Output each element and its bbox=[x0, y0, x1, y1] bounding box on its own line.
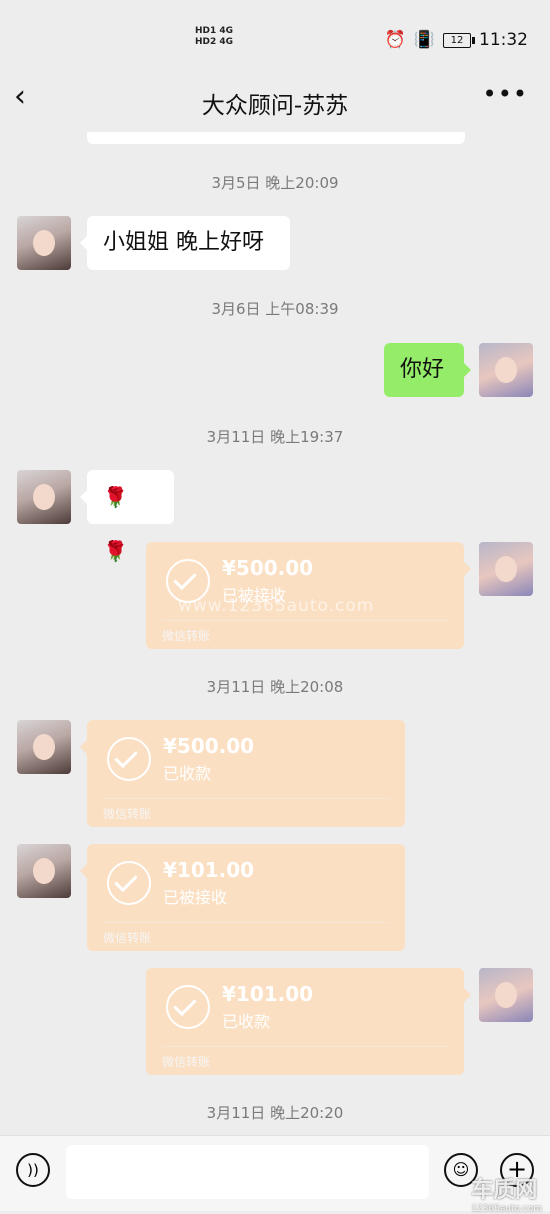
timestamp: 3月5日 晚上20:09 bbox=[211, 174, 339, 192]
watermark: www.12365auto.com bbox=[178, 596, 375, 616]
transfer-status: 已收款 bbox=[163, 764, 212, 783]
message-list[interactable]: 3月5日 晚上20:09 小姐姐 晚上好呀 3月6日 上午08:39 你好 3月… bbox=[0, 132, 550, 1135]
input-bar: )) ☺ + bbox=[0, 1135, 550, 1211]
chat-header: ‹ 大众顾问-苏苏 ••• bbox=[0, 68, 550, 132]
transfer-amount: ¥101.00 bbox=[222, 982, 314, 1006]
transfer-status: 已收款 bbox=[222, 1012, 271, 1031]
transfer-status: 已被接收 bbox=[163, 888, 228, 907]
my-avatar[interactable] bbox=[479, 343, 533, 397]
transfer-card[interactable]: ¥101.00 已收款 微信转账 bbox=[146, 968, 471, 1075]
timestamp: 3月6日 上午08:39 bbox=[211, 300, 339, 318]
contact-avatar[interactable] bbox=[17, 720, 71, 774]
message-input[interactable] bbox=[66, 1145, 429, 1199]
contact-avatar[interactable] bbox=[17, 470, 71, 524]
more-dots-icon[interactable]: ••• bbox=[483, 80, 528, 108]
status-right: ⏰ 📳 12 11:32 bbox=[385, 30, 528, 50]
contact-avatar[interactable] bbox=[17, 216, 71, 270]
timestamp: 3月11日 晚上19:37 bbox=[206, 428, 344, 446]
divider bbox=[103, 922, 389, 923]
timestamp: 3月11日 晚上20:20 bbox=[206, 1104, 344, 1122]
transfer-label: 微信转账 bbox=[162, 1055, 211, 1069]
network-indicator: HD1 4G HD2 4G bbox=[195, 26, 234, 47]
transfer-label: 微信转账 bbox=[103, 807, 152, 821]
contact-avatar[interactable] bbox=[17, 844, 71, 898]
divider bbox=[103, 798, 389, 799]
check-circle-icon bbox=[166, 985, 210, 1029]
check-circle-icon bbox=[107, 861, 151, 905]
rose-emoji-message[interactable]: 🌹🌹 bbox=[80, 470, 174, 563]
transfer-card[interactable]: ¥101.00 已被接收 微信转账 bbox=[80, 844, 405, 951]
message-bubble-right[interactable]: 你好 bbox=[384, 343, 471, 397]
vibrate-icon: 📳 bbox=[413, 30, 435, 50]
check-circle-icon bbox=[107, 737, 151, 781]
transfer-card[interactable]: ¥500.00 已收款 微信转账 bbox=[80, 720, 405, 827]
transfer-label: 微信转账 bbox=[162, 629, 211, 643]
transfer-amount: ¥500.00 bbox=[222, 556, 314, 580]
message-bubble-left[interactable]: 小姐姐 晚上好呀 bbox=[80, 216, 290, 270]
my-avatar[interactable] bbox=[479, 542, 533, 596]
partial-message-bubble[interactable] bbox=[87, 132, 465, 144]
clock: 11:32 bbox=[479, 30, 528, 50]
status-bar: HD1 4G HD2 4G ⏰ 📳 12 11:32 bbox=[0, 0, 550, 68]
transfer-amount: ¥500.00 bbox=[163, 734, 255, 758]
voice-icon[interactable]: )) bbox=[16, 1153, 50, 1187]
transfer-amount: ¥101.00 bbox=[163, 858, 255, 882]
chat-title: 大众顾问-苏苏 bbox=[201, 93, 349, 119]
divider bbox=[162, 620, 448, 621]
my-avatar[interactable] bbox=[479, 968, 533, 1022]
alarm-icon: ⏰ bbox=[384, 30, 406, 50]
transfer-label: 微信转账 bbox=[103, 931, 152, 945]
site-logo: 车质网 12365auto.com bbox=[471, 1178, 542, 1214]
battery-icon: 12 bbox=[443, 32, 475, 48]
divider bbox=[162, 1046, 448, 1047]
timestamp: 3月11日 晚上20:08 bbox=[206, 678, 344, 696]
